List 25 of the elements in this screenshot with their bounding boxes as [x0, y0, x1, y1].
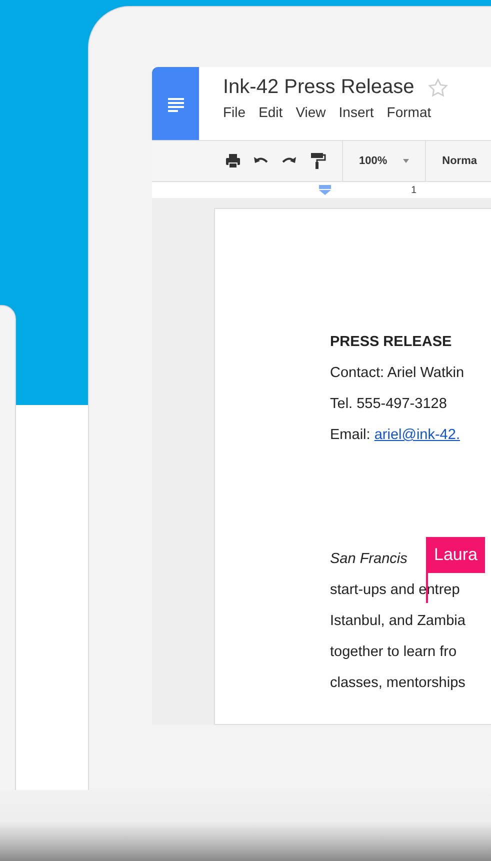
- print-icon[interactable]: [224, 152, 242, 170]
- email-link[interactable]: ariel@ink-42.: [374, 427, 460, 443]
- body-text-line: classes, mentorships: [330, 674, 466, 693]
- menu-item[interactable]: View: [296, 104, 326, 120]
- indent-marker-icon[interactable]: [319, 185, 331, 195]
- menu-item[interactable]: Insert: [338, 104, 374, 120]
- body-text-line: together to learn fro: [330, 643, 457, 662]
- document-logo-icon[interactable]: [152, 67, 199, 140]
- zoom-dropdown[interactable]: 100%: [359, 155, 410, 167]
- contact-text: Tel. 555-497-3128: [330, 395, 447, 414]
- menu-item[interactable]: Edit: [258, 104, 283, 120]
- ruler-number: 1: [411, 184, 417, 196]
- body-text-line: San Francis: [330, 550, 408, 569]
- caret-icon: [403, 159, 410, 163]
- collaborator-name-flag: Laura: [426, 537, 486, 573]
- heading-text: PRESS RELEASE: [330, 333, 452, 352]
- email-label: Email:: [330, 427, 370, 443]
- menu-item[interactable]: Format: [386, 104, 432, 120]
- star-icon[interactable]: [428, 78, 448, 98]
- document-title[interactable]: Ink-42 Press Release: [223, 76, 414, 99]
- menu-item[interactable]: File: [223, 104, 246, 120]
- body-text-line: Istanbul, and Zambia: [330, 612, 466, 631]
- contact-text: Contact: Ariel Watkin: [330, 364, 464, 383]
- paint-roller-icon[interactable]: [308, 152, 326, 170]
- style-dropdown[interactable]: Norma: [442, 155, 477, 167]
